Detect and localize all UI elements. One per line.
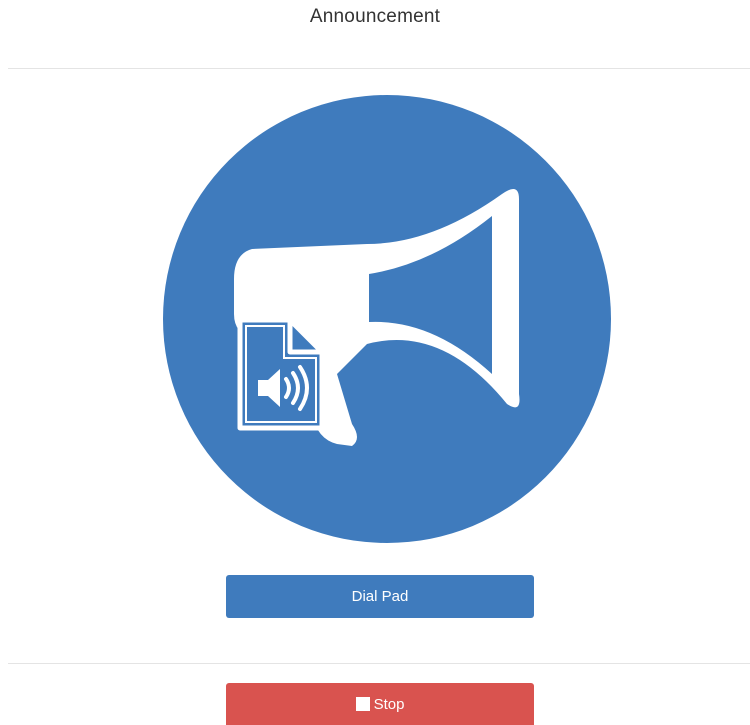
- footer-divider: [8, 663, 750, 664]
- stop-square-icon: [355, 697, 370, 711]
- stop-button-label: Stop: [373, 695, 405, 713]
- header-divider: [8, 68, 750, 69]
- dial-pad-button[interactable]: Dial Pad: [226, 575, 534, 618]
- page-title: Announcement: [309, 6, 441, 27]
- stop-button[interactable]: Stop: [226, 683, 534, 725]
- dial-pad-button-label: Dial Pad: [351, 588, 409, 605]
- announcement-page: Announcement Dial Pad Stop: [0, 0, 750, 725]
- megaphone-with-audio-file-icon: [163, 95, 611, 543]
- announcement-hero: [162, 94, 612, 544]
